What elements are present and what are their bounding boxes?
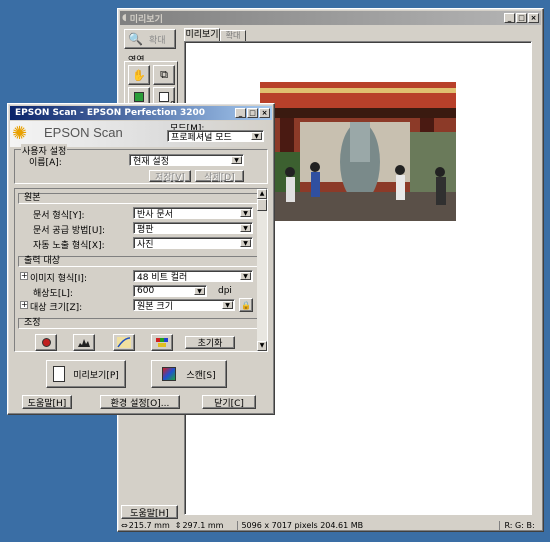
image-type-expand-icon[interactable]: + [20,272,28,280]
auto-exposure-label: 자동 노출 형식[X]: [33,241,105,251]
doc-type-select[interactable]: 반사 문서 ▼ [133,207,253,220]
status-width: 215.7 mm [128,521,170,530]
zoom-icon: 🔍 [128,32,143,46]
status-bar: ⇔ 215.7 mm ⇕ 297.1 mm 5096 x 7017 pixels… [119,520,542,531]
doc-source-label: 문서 공급 방법[U]: [33,226,106,236]
tab-zoom[interactable]: 확대 [220,30,246,41]
scan-icon [162,367,177,381]
original-section-header: 원본 [18,193,259,204]
scroll-down-icon[interactable]: ▼ [257,341,267,351]
preview-icon [53,366,66,382]
hand-icon: ✋ [132,68,146,82]
scroll-thumb[interactable] [257,199,267,211]
app-icon: ◖ [122,13,127,23]
target-size-expand-icon[interactable]: + [20,301,28,309]
output-section-header: 출력 대상 [18,256,259,267]
scan-titlebar[interactable]: EPSON Scan - EPSON Perfection 3200 _ □ × [10,106,272,120]
doc-source-select[interactable]: 평판 ▼ [133,222,253,235]
chevron-down-icon: ▼ [240,272,251,280]
close-button[interactable]: × [528,13,539,23]
pagoda-photo [260,82,456,221]
scan-help-button[interactable]: 도움말[H] [22,395,72,409]
chevron-down-icon: ▼ [251,132,262,140]
maximize-button[interactable]: □ [516,13,527,23]
doc-type-label: 문서 형식[Y]: [33,211,85,221]
resolution-unit: dpi [218,286,232,296]
width-icon: ⇔ [121,521,128,530]
scan-window: EPSON Scan - EPSON Perfection 3200 _ □ ×… [7,103,275,415]
resolution-select[interactable]: 600 ▼ [133,285,207,297]
scan-button[interactable]: 스캔[S] [151,360,227,388]
copy-icon: ⧉ [160,68,168,81]
preview-titlebar[interactable]: ◖ 미리보기 _ □ × [120,11,541,25]
blank-icon [159,92,169,102]
scan-minimize-button[interactable]: _ [235,108,246,118]
scan-close-button[interactable]: × [259,108,270,118]
delete-button[interactable]: 삭제[D] [195,170,244,183]
auto-exposure-select[interactable]: 사진 ▼ [133,237,253,250]
preview-button[interactable]: 미리보기[P] [46,360,126,388]
chevron-down-icon: ▼ [240,224,251,232]
tone-curve-icon [117,337,131,348]
chevron-down-icon: ▼ [222,301,233,309]
unsharp-mask-button[interactable] [35,334,57,351]
image-type-label: 이미지 형식[I]: [30,274,87,284]
zoom-button[interactable]: 🔍 확대 [124,29,176,49]
config-button[interactable]: 환경 설정[O]... [100,395,180,409]
height-icon: ⇕ [174,521,182,530]
histogram-button[interactable] [73,334,95,351]
close-dialog-button[interactable]: 닫기[C] [202,395,256,409]
adjust-section-header: 조정 [18,318,259,329]
epson-logo-icon: ✺ [12,123,28,144]
magnifier-icon [41,338,51,347]
epson-logo: EPSON Scan [44,125,123,140]
preview-thumbnail[interactable] [260,82,456,221]
settings-panel[interactable]: 원본 문서 형식[Y]: 반사 문서 ▼ 문서 공급 방법[U]: 평판 ▼ 자… [14,188,268,352]
settings-scrollbar[interactable]: ▲ ▼ [257,189,267,351]
tone-correction-button[interactable] [113,334,135,351]
scroll-up-icon[interactable]: ▲ [257,189,267,199]
settings-group: 사용자 설정 이름[A]: 현재 설정 ▼ 저장[V] 삭제[D] [14,144,268,184]
color-palette-button[interactable] [151,334,173,351]
lock-button[interactable]: 🔒 [239,298,253,312]
status-pixels: 5096 x 7017 pixels 204.61 MB [237,521,499,530]
resolution-label: 해상도[L]: [33,289,73,299]
chevron-down-icon: ▼ [231,156,242,164]
auto-locate-icon [134,92,144,102]
marquee-copy-button[interactable]: ⧉ [153,65,175,85]
area-tools: ✋ ⧉ 0 [124,61,178,109]
status-rgb: R: G: B: [499,521,535,530]
name-label: 이름[A]: [29,158,62,168]
status-height: 297.1 mm [182,521,224,530]
save-button[interactable]: 저장[V] [149,170,191,183]
histogram-icon [78,339,90,347]
color-palette-icon [156,338,168,347]
target-size-select[interactable]: 원본 크기 ▼ [133,299,235,312]
lock-icon: 🔒 [241,300,251,310]
preview-title: 미리보기 [129,14,163,25]
chevron-down-icon: ▼ [240,209,251,217]
tab-preview[interactable]: 미리보기 [184,28,220,41]
image-type-select[interactable]: 48 비트 컬러 ▼ [133,270,253,283]
preview-help-button[interactable]: 도움말[H] [121,505,178,519]
target-size-label: 대상 크기[Z]: [30,303,83,313]
scan-title: EPSON Scan - EPSON Perfection 3200 [15,108,206,118]
minimize-button[interactable]: _ [504,13,515,23]
mode-select[interactable]: 프로페셔널 모드 ▼ [167,130,264,143]
reset-button[interactable]: 초기화 [185,336,235,349]
marquee-auto-button[interactable]: ✋ [128,65,150,85]
chevron-down-icon: ▼ [194,287,205,295]
chevron-down-icon: ▼ [240,239,251,247]
name-select[interactable]: 현재 설정 ▼ [129,154,244,167]
scan-maximize-button[interactable]: □ [247,108,258,118]
